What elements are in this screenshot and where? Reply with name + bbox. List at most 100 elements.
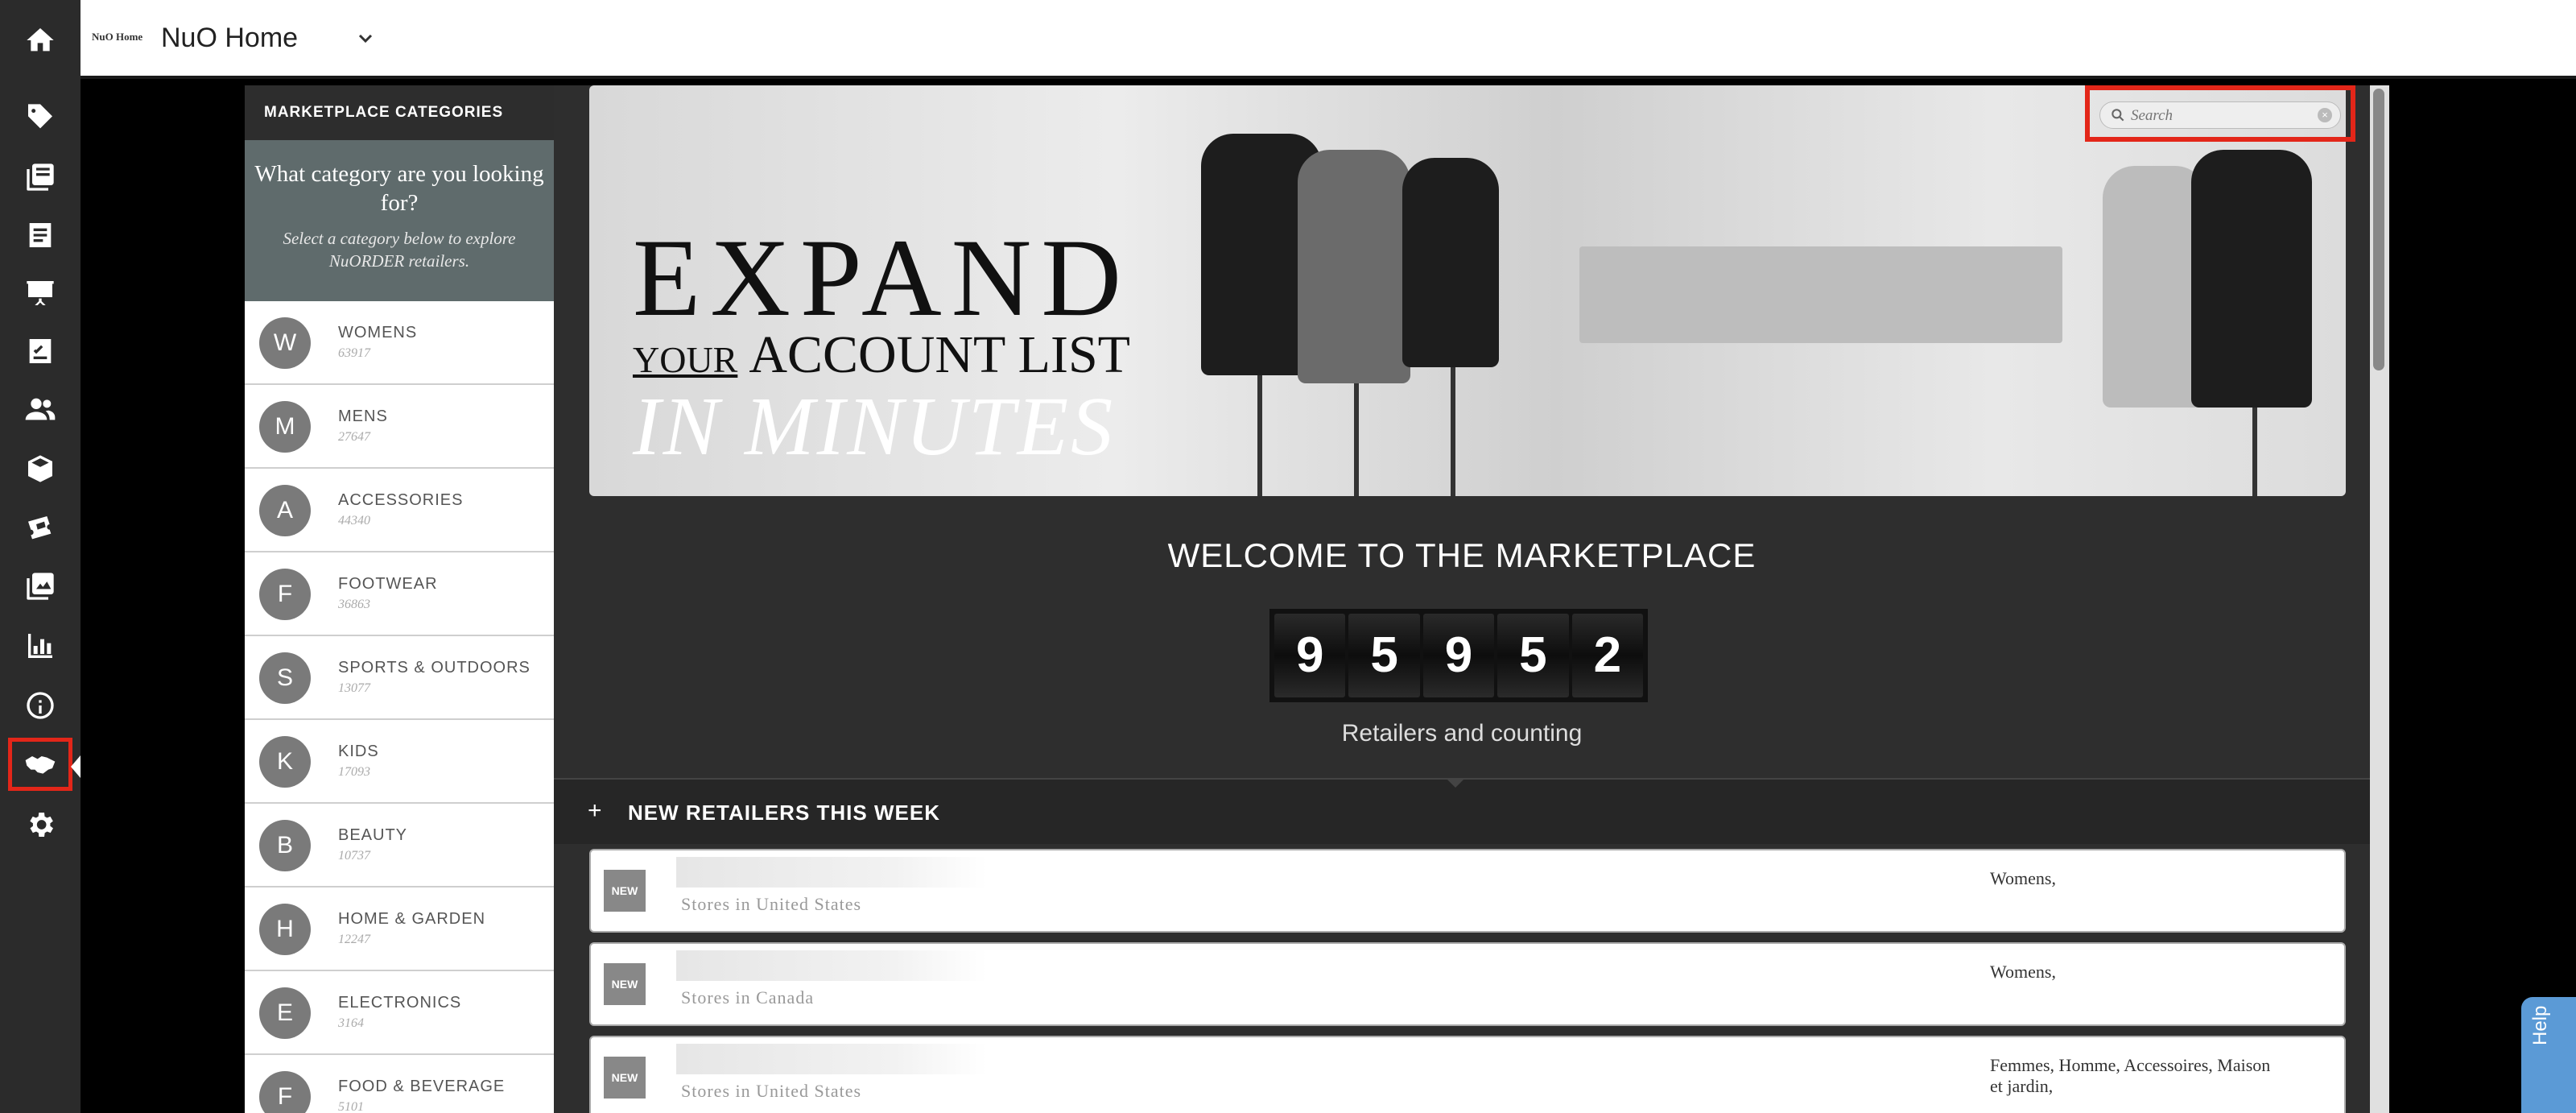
category-item[interactable]: B BEAUTY 10737 bbox=[245, 804, 554, 888]
scrollbar[interactable] bbox=[2370, 85, 2389, 1113]
help-label: Help bbox=[2529, 1005, 2551, 1045]
box-icon[interactable] bbox=[18, 446, 63, 491]
retailer-location: Stores in United States bbox=[681, 1081, 862, 1101]
right-margin bbox=[2389, 85, 2576, 1113]
welcome-title: WELCOME TO THE MARKETPLACE bbox=[1167, 536, 1757, 574]
category-list: W WOMENS 63917 M MENS 27647 A ACCESSORIES 44340 F… bbox=[245, 301, 554, 1113]
tickets-icon[interactable] bbox=[18, 506, 63, 551]
list-icon[interactable] bbox=[18, 213, 63, 258]
counter-digit: 5 bbox=[1497, 614, 1569, 697]
checklist-icon[interactable] bbox=[18, 329, 63, 374]
search-icon bbox=[2112, 109, 2124, 122]
catalog-icon[interactable] bbox=[18, 155, 63, 200]
app-logo: NuO Home bbox=[92, 31, 143, 43]
retailer-row[interactable]: NEW Stores in Canada Womens, bbox=[589, 942, 2346, 1026]
hero-line2-your: YOUR bbox=[633, 339, 738, 380]
gear-icon[interactable] bbox=[18, 802, 63, 847]
category-item[interactable]: A ACCESSORIES 44340 bbox=[245, 469, 554, 552]
tag-icon[interactable] bbox=[18, 95, 63, 140]
category-item[interactable]: E ELECTRONICS 3164 bbox=[245, 971, 554, 1055]
category-header: MARKETPLACE CATEGORIES bbox=[245, 85, 554, 140]
category-item[interactable]: W WOMENS 63917 bbox=[245, 301, 554, 385]
retailer-location: Stores in United States bbox=[681, 894, 862, 914]
category-count: 3164 bbox=[338, 1016, 364, 1030]
scrollbar-thumb[interactable] bbox=[2373, 89, 2384, 370]
category-item[interactable]: F FOOTWEAR 36863 bbox=[245, 552, 554, 636]
new-retailers-label: NEW RETAILERS THIS WEEK bbox=[628, 801, 940, 825]
retailer-name-redacted bbox=[676, 950, 987, 981]
help-button[interactable]: Help bbox=[2521, 997, 2576, 1113]
category-name: FOOD & BEVERAGE bbox=[338, 1078, 506, 1095]
retailer-categories: Womens, bbox=[1990, 868, 2056, 888]
info-icon[interactable] bbox=[18, 683, 63, 728]
category-count: 10737 bbox=[338, 849, 370, 863]
hero-banner: EXPAND YOUR ACCOUNT LIST IN MINUTES bbox=[589, 85, 2346, 496]
search-input[interactable] bbox=[2129, 106, 2311, 126]
category-avatar: E bbox=[259, 987, 311, 1039]
home-icon[interactable] bbox=[18, 18, 63, 63]
hero-line2-rest: ACCOUNT LIST bbox=[749, 325, 1130, 384]
category-item[interactable]: F FOOD & BEVERAGE 5101 bbox=[245, 1055, 554, 1113]
category-name: KIDS bbox=[338, 743, 379, 760]
counter-label: Retailers and counting bbox=[1341, 720, 1583, 747]
clear-icon[interactable]: × bbox=[2318, 108, 2332, 122]
new-badge: NEW bbox=[604, 963, 646, 1005]
retailer-row[interactable]: NEW Stores in United States Womens, bbox=[589, 849, 2346, 933]
category-sidebar: MARKETPLACE CATEGORIES What category are… bbox=[245, 85, 554, 1113]
category-prompt-title: What category are you looking for? bbox=[254, 161, 544, 216]
category-name: BEAUTY bbox=[338, 826, 408, 844]
category-name: ACCESSORIES bbox=[338, 491, 464, 509]
category-prompt-subtitle: Select a category below to explore NuORD… bbox=[283, 229, 516, 271]
nav-rail bbox=[0, 0, 80, 1113]
section-notch bbox=[1446, 778, 1465, 788]
hero-line1: EXPAND bbox=[633, 216, 1132, 339]
retailer-categories: Womens, bbox=[1990, 962, 2056, 982]
category-avatar: S bbox=[259, 652, 311, 704]
handshake-icon[interactable] bbox=[8, 738, 72, 791]
counter-digit: 2 bbox=[1571, 614, 1644, 697]
category-avatar: M bbox=[259, 401, 311, 453]
chart-icon[interactable] bbox=[18, 623, 63, 668]
category-count: 36863 bbox=[338, 598, 370, 611]
retailer-name-redacted bbox=[676, 1044, 987, 1074]
category-item[interactable]: M MENS 27647 bbox=[245, 385, 554, 469]
category-count: 17093 bbox=[338, 765, 370, 779]
retailer-categories: Femmes, Homme, Accessoires, Maison et ja… bbox=[1990, 1055, 2271, 1096]
active-indicator bbox=[71, 755, 80, 778]
category-avatar: W bbox=[259, 317, 311, 369]
category-avatar: K bbox=[259, 736, 311, 788]
search-highlight: × bbox=[2085, 85, 2355, 142]
people-icon[interactable] bbox=[18, 387, 63, 432]
category-count: 27647 bbox=[338, 430, 370, 444]
category-count: 44340 bbox=[338, 514, 370, 528]
category-avatar: H bbox=[259, 904, 311, 955]
image-icon[interactable] bbox=[18, 564, 63, 609]
hero-line3: IN MINUTES bbox=[633, 380, 1116, 473]
category-name: WOMENS bbox=[338, 324, 418, 341]
category-item[interactable]: K KIDS 17093 bbox=[245, 720, 554, 804]
category-avatar: F bbox=[259, 1071, 311, 1113]
category-item[interactable]: S SPORTS & OUTDOORS 13077 bbox=[245, 636, 554, 720]
category-avatar: B bbox=[259, 820, 311, 871]
search-field[interactable]: × bbox=[2099, 101, 2341, 129]
presentation-icon[interactable] bbox=[18, 271, 63, 316]
retailer-counter: 95952 bbox=[1269, 609, 1648, 702]
category-name: FOOTWEAR bbox=[338, 575, 438, 593]
chevron-down-icon[interactable] bbox=[356, 29, 375, 48]
new-retailers-toggle[interactable]: + NEW RETAILERS THIS WEEK bbox=[554, 778, 2370, 844]
retailer-name-redacted bbox=[676, 857, 987, 888]
retailer-row[interactable]: NEW Stores in United States Femmes, Homme,… bbox=[589, 1036, 2346, 1113]
category-name: HOME & GARDEN bbox=[338, 910, 486, 928]
category-avatar: F bbox=[259, 569, 311, 620]
retailer-location: Stores in Canada bbox=[681, 987, 815, 1007]
new-badge: NEW bbox=[604, 1057, 646, 1099]
counter-digit: 9 bbox=[1422, 614, 1495, 697]
hero-line2: YOUR ACCOUNT LIST bbox=[633, 329, 1130, 382]
category-name: SPORTS & OUTDOORS bbox=[338, 659, 530, 676]
category-item[interactable]: H HOME & GARDEN 12247 bbox=[245, 888, 554, 971]
page-title[interactable]: NuO Home bbox=[161, 23, 298, 54]
counter-digit: 5 bbox=[1348, 614, 1420, 697]
category-count: 5101 bbox=[338, 1100, 364, 1113]
marketplace-main: EXPAND YOURACCOUNT LIST IN MINUTES × WEL… bbox=[554, 85, 2370, 1113]
plus-icon[interactable]: + bbox=[588, 797, 602, 825]
